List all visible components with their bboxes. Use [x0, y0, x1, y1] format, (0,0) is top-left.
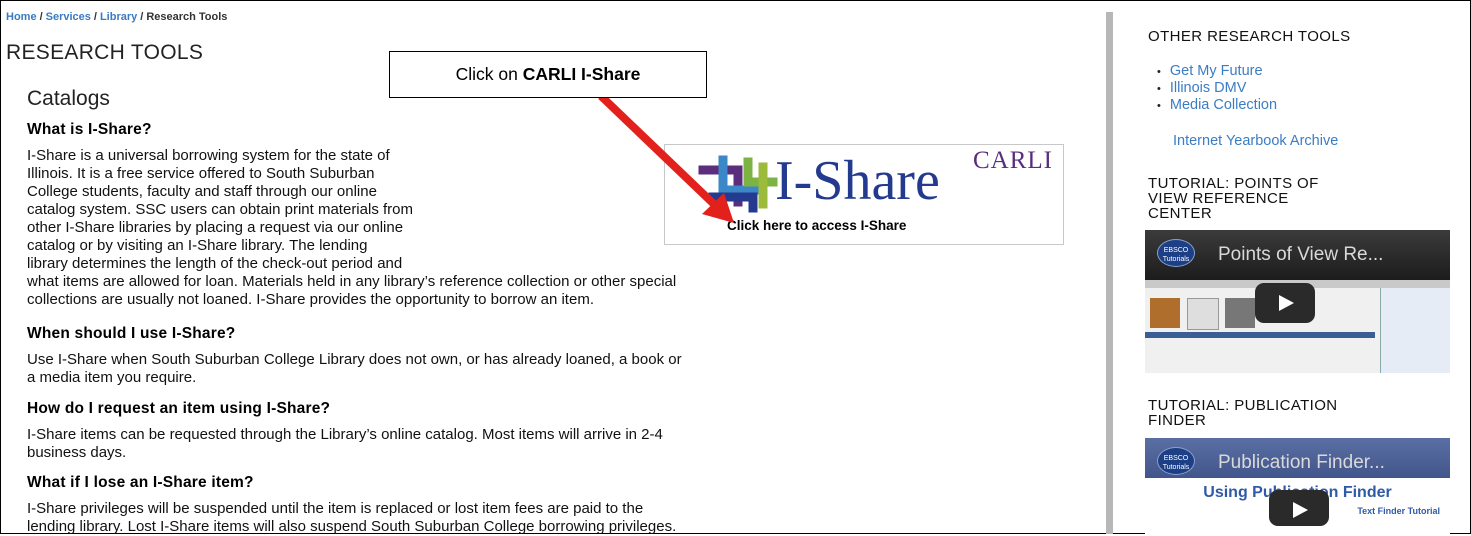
link-illinois-dmv[interactable]: Illinois DMV [1170, 80, 1247, 96]
sidebar-list-item: • Get My Future [1157, 63, 1277, 80]
title-line: TUTORIAL: POINTS OF [1148, 175, 1319, 192]
faq-answer-how-request: I-Share items can be requested through t… [27, 426, 663, 462]
callout-bold: CARLI I-Share [522, 64, 641, 84]
ebsco-sub: Tutorials [1162, 256, 1190, 263]
faq-answer-lose-item: I-Share privileges will be suspended unt… [27, 500, 676, 536]
ebsco-logo-icon: EBSCO Tutorials [1157, 447, 1195, 475]
instruction-callout: Click on CARLI I-Share [389, 51, 707, 98]
answer-line: I-Share privileges will be suspended unt… [27, 500, 644, 517]
answer-line: a media item you require. [27, 369, 197, 386]
answer-line: what items are allowed for loan. Materia… [27, 273, 677, 290]
answer-line: library determines the length of the che… [27, 255, 403, 272]
play-button-icon[interactable] [1269, 490, 1329, 526]
video-subheading: Text Finder Tutorial [1357, 506, 1440, 516]
video-title: Publication Finder... [1218, 452, 1385, 473]
play-button-icon[interactable] [1255, 283, 1315, 323]
ebsco-logo-icon: EBSCO Tutorials [1157, 239, 1195, 267]
link-internet-yearbook-archive[interactable]: Internet Yearbook Archive [1173, 133, 1338, 149]
answer-line: I-Share items can be requested through t… [27, 426, 663, 443]
sidebar-list-item: • Illinois DMV [1157, 80, 1277, 97]
bullet-icon: • [1157, 66, 1161, 78]
answer-line: lending library. Lost I-Share items will… [27, 518, 677, 535]
video-player-pov[interactable]: EBSCO Tutorials Points of View Re... [1145, 230, 1450, 373]
carli-logo-text: CARLI [973, 147, 1053, 174]
bullet-icon: • [1157, 83, 1161, 95]
answer-line: collections are usually not loaned. I-Sh… [27, 291, 594, 308]
red-arrow-annotation [598, 93, 734, 223]
ebsco-label: EBSCO [1163, 247, 1189, 254]
video-title: Points of View Re... [1218, 244, 1384, 265]
ebsco-sub: Tutorials [1162, 464, 1190, 471]
thumbnail-panel [1380, 288, 1450, 373]
thumbnail-image [1150, 298, 1180, 328]
title-line: FINDER [1148, 412, 1207, 429]
answer-line: business days. [27, 444, 127, 461]
sidebar-title-other-tools: OTHER RESEARCH TOOLS [1148, 28, 1351, 45]
column-divider [1106, 12, 1113, 534]
bullet-icon: • [1157, 100, 1161, 112]
sidebar-title-tutorial-pubfinder: TUTORIAL: PUBLICATION FINDER [1148, 398, 1338, 428]
title-line: TUTORIAL: PUBLICATION [1148, 397, 1338, 414]
answer-line: Use I-Share when South Suburban College … [27, 351, 682, 368]
link-media-collection[interactable]: Media Collection [1170, 97, 1277, 113]
faq-question-lose-item: What if I lose an I-Share item? [27, 474, 254, 491]
thumbnail-bar [1145, 332, 1375, 338]
ebsco-label: EBSCO [1163, 455, 1189, 462]
faq-question-when-use: When should I use I-Share? [27, 325, 236, 342]
sidebar-title-tutorial-pov: TUTORIAL: POINTS OF VIEW REFERENCE CENTE… [1148, 176, 1319, 221]
title-line: VIEW REFERENCE [1148, 190, 1289, 207]
faq-answer-when-use: Use I-Share when South Suburban College … [27, 351, 682, 387]
callout-prefix: Click on [455, 64, 523, 84]
title-line: CENTER [1148, 205, 1213, 222]
faq-question-how-request: How do I request an item using I-Share? [27, 400, 331, 417]
ishare-logo-text: I-Share [775, 150, 940, 212]
thumbnail-image [1225, 298, 1255, 328]
thumbnail-image [1187, 298, 1219, 330]
video-player-pubfinder[interactable]: EBSCO Tutorials Publication Finder... Usi… [1145, 438, 1450, 534]
link-get-my-future[interactable]: Get My Future [1170, 63, 1263, 79]
sidebar-list-item: • Media Collection [1157, 97, 1277, 114]
sidebar-links: • Get My Future • Illinois DMV • Media Coll… [1157, 63, 1277, 114]
